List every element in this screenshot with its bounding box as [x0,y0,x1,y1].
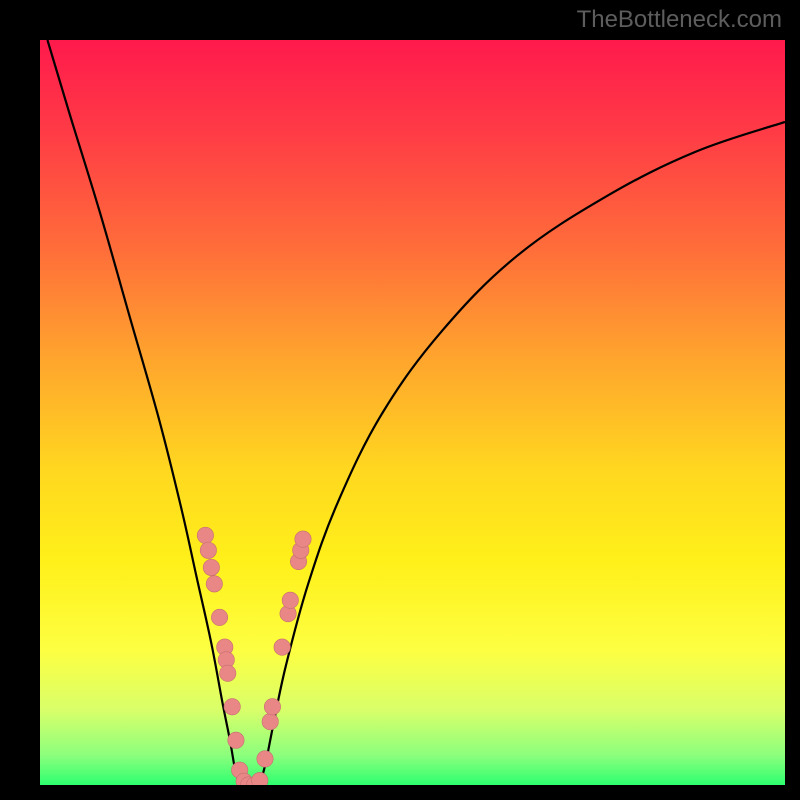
data-dot [206,576,222,592]
chart-svg [40,40,785,785]
gradient-background [40,40,785,785]
data-dot [220,665,236,681]
plot-area [40,40,785,785]
data-dot [274,639,290,655]
data-dot [282,592,298,608]
chart-frame: TheBottleneck.com [0,0,800,800]
data-dot [203,559,219,575]
data-dot [200,542,216,558]
data-dot [257,751,273,767]
data-dot [295,531,311,547]
data-dot [264,699,280,715]
data-dot [228,732,244,748]
watermark-text: TheBottleneck.com [577,6,782,34]
data-dot [224,699,240,715]
data-dot [197,527,213,543]
data-dot [211,609,227,625]
data-dot [262,713,278,729]
